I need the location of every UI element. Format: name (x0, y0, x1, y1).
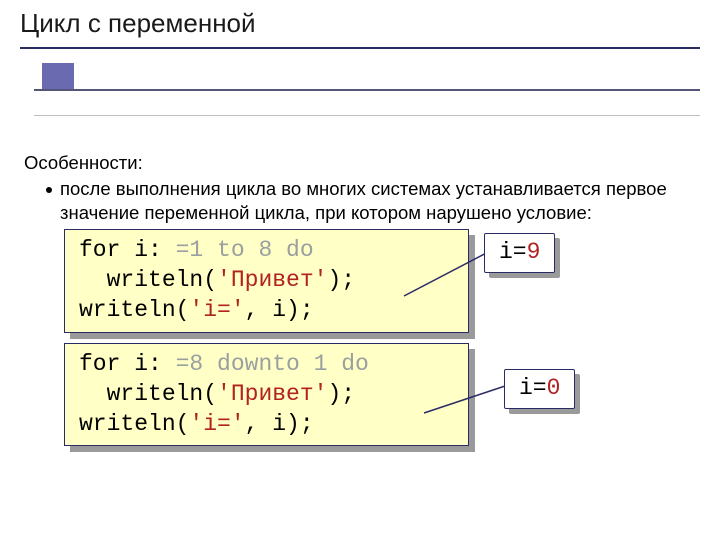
code1-line2-c: ); (327, 267, 355, 293)
code-block-2: for i: =8 downto 1 do writeln('Привет');… (64, 343, 469, 447)
bullet-dot-icon (46, 187, 52, 193)
badge1-val: 9 (527, 239, 541, 265)
accent-line-top (34, 89, 700, 91)
code1-line2-b: 'Привет' (217, 267, 327, 293)
accent-decoration (34, 63, 700, 123)
bullet-text: после выполнения цикла во многих система… (60, 177, 690, 225)
accent-line-bottom (34, 115, 700, 116)
code2-line1-a: for i: (79, 351, 162, 377)
badge1-prefix: i= (499, 239, 527, 265)
code2-line2-a: writeln( (79, 381, 217, 407)
code-block-2-wrap: for i: =8 downto 1 do writeln('Привет');… (64, 343, 469, 447)
code1-line1-a: for i: (79, 237, 162, 263)
result-badge-2-wrap: i=0 (504, 369, 575, 409)
code2-line3-a: writeln( (79, 411, 189, 437)
result-badge-1: i=9 (484, 233, 555, 273)
code1-line3-c: , i); (245, 297, 314, 323)
code-block-1-wrap: for i: =1 to 8 do writeln('Привет'); wri… (64, 229, 469, 333)
code1-line2-a: writeln( (79, 267, 217, 293)
badge2-val: 0 (547, 375, 561, 401)
code-examples: for i: =1 to 8 do writeln('Привет'); wri… (64, 229, 690, 446)
badge2-prefix: i= (519, 375, 547, 401)
code2-line3-b: 'i=' (189, 411, 244, 437)
content-area: Особенности: после выполнения цикла во м… (0, 123, 720, 446)
result-badge-1-wrap: i=9 (484, 233, 555, 273)
title-underline (20, 47, 700, 49)
accent-square (42, 63, 74, 89)
features-label: Особенности: (24, 151, 690, 175)
page-title: Цикл с переменной (20, 8, 700, 45)
code1-line3-a: writeln( (79, 297, 189, 323)
code1-line3-b: 'i=' (189, 297, 244, 323)
slide: Цикл с переменной Особенности: после вып… (0, 0, 720, 540)
code2-line3-c: , i); (245, 411, 314, 437)
code2-line2-c: ); (327, 381, 355, 407)
code2-line2-b: 'Привет' (217, 381, 327, 407)
code2-line1-b: =8 downto 1 do (162, 351, 369, 377)
result-badge-2: i=0 (504, 369, 575, 409)
title-area: Цикл с переменной (0, 0, 720, 49)
code1-line1-b: =1 to 8 do (162, 237, 314, 263)
bullet-item: после выполнения цикла во многих система… (24, 177, 690, 225)
